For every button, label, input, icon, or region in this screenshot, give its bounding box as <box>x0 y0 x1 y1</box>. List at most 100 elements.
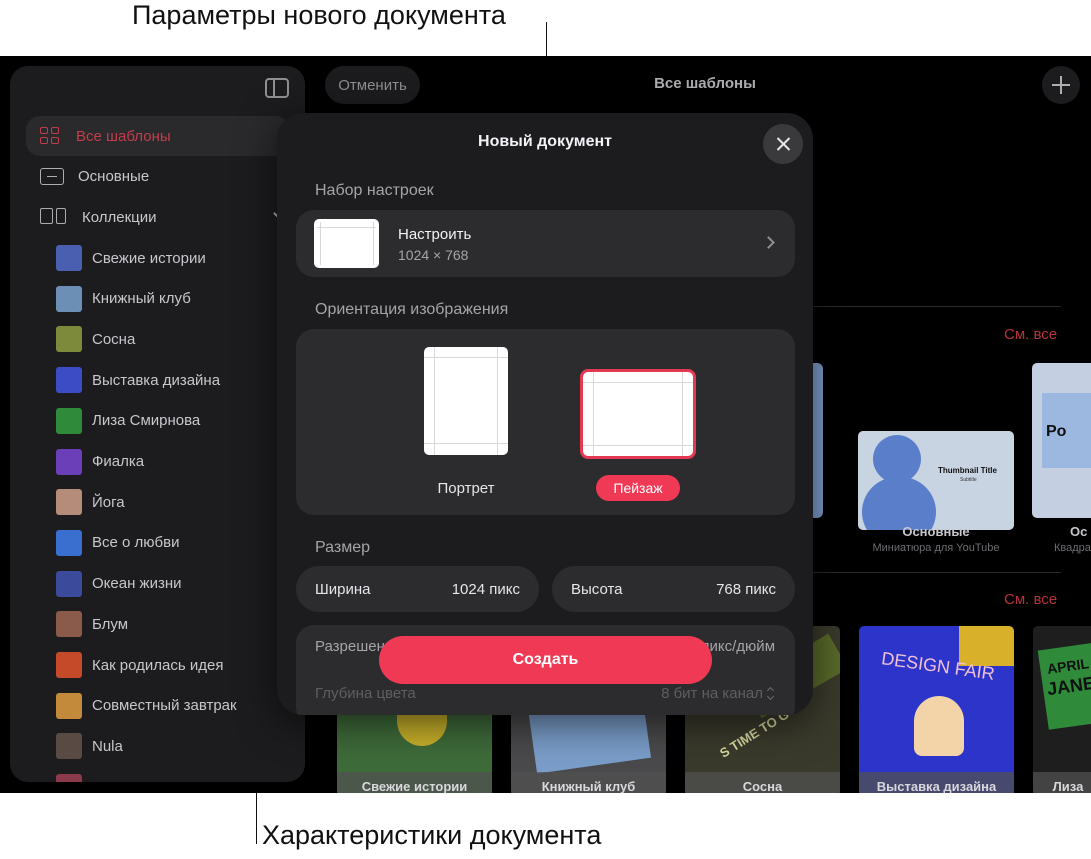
preset-thumbnail <box>314 219 379 268</box>
collection-thumbnail <box>56 326 82 353</box>
see-all-link[interactable]: См. все <box>1004 326 1057 343</box>
chevron-right-icon <box>762 236 775 249</box>
card-label: Выставка дизайна <box>876 779 997 793</box>
collection-label: Блум <box>92 615 129 633</box>
divider <box>813 306 1061 307</box>
sidebar-item-all-templates[interactable]: Все шаблоны <box>26 116 290 156</box>
card-title: Основные <box>902 524 970 539</box>
resolution-value: пикс/дюйм <box>701 638 775 655</box>
card-label: Сосна <box>742 779 783 793</box>
divider <box>813 572 1061 573</box>
sidebar-item-label: Все шаблоны <box>76 127 171 145</box>
create-button[interactable]: Создать <box>379 636 712 684</box>
height-label: Высота <box>571 580 623 598</box>
basic-template-icon <box>40 167 64 185</box>
collection-thumbnail <box>56 570 82 597</box>
collection-label: Йога <box>92 493 125 511</box>
orientation-portrait-label[interactable]: Портрет <box>424 480 508 497</box>
collection-label: Как родилась идея <box>92 656 224 674</box>
page-title: Все шаблоны <box>654 75 756 92</box>
new-document-dialog: Новый документ Набор настроек Настроить … <box>277 113 813 715</box>
card-label: Лиза <box>1052 779 1084 793</box>
collection-label: Нежное время <box>92 779 193 782</box>
sidebar-collection-item[interactable]: Совместный завтрак <box>56 691 237 721</box>
template-card-partial[interactable] <box>813 363 823 518</box>
color-depth-label: Глубина цвета <box>315 685 416 702</box>
sidebar-item-basic[interactable]: Основные <box>26 156 290 196</box>
callout-document-specs: Характеристики документа <box>262 820 602 850</box>
sidebar-collection-item[interactable]: Nula <box>56 731 123 761</box>
close-button[interactable] <box>763 124 803 164</box>
template-card-square[interactable]: Po <box>1032 363 1091 518</box>
sidebar-item-collections[interactable]: Коллекции <box>26 197 290 237</box>
collection-thumbnail <box>56 448 82 475</box>
sidebar-item-label: Основные <box>78 167 150 185</box>
collection-label: Все о любви <box>92 534 180 552</box>
orientation-picker: Портрет Пейзаж <box>296 329 795 515</box>
orientation-landscape-selected-badge[interactable]: Пейзаж <box>596 475 680 501</box>
preset-name: Настроить <box>398 226 472 243</box>
preset-size: 1024 × 768 <box>398 247 469 263</box>
sidebar-toggle-icon[interactable] <box>265 78 289 98</box>
size-section-label: Размер <box>315 539 370 556</box>
sidebar-collection-item[interactable]: Книжный клуб <box>56 284 191 314</box>
collection-thumbnail <box>56 733 82 760</box>
orientation-section-label: Ориентация изображения <box>315 301 509 318</box>
height-value: 768 пикс <box>716 580 776 598</box>
color-depth-row[interactable]: Глубина цвета 8 бит на канал <box>315 685 775 702</box>
see-all-link[interactable]: См. все <box>1004 591 1057 608</box>
collection-thumbnail <box>56 245 82 271</box>
collection-label: Книжный клуб <box>92 290 191 308</box>
sidebar-collection-item[interactable]: Йога <box>56 487 125 517</box>
preset-row[interactable]: Настроить 1024 × 768 <box>296 210 795 277</box>
collection-thumbnail <box>56 489 82 516</box>
add-icon[interactable] <box>1042 66 1080 104</box>
width-label: Ширина <box>315 580 371 598</box>
width-value: 1024 пикс <box>451 580 520 598</box>
card-text: Po <box>1046 423 1067 440</box>
sidebar-collection-item[interactable]: Лиза Смирнова <box>56 406 200 436</box>
thumbnail-subtitle: Subtitle <box>960 477 977 483</box>
template-card-youtube-thumbnail[interactable]: Thumbnail Title Subtitle <box>858 431 1014 530</box>
collection-label: Сосна <box>92 330 136 348</box>
thumbnail-title: Thumbnail Title <box>938 466 997 475</box>
template-card-design-exhibition[interactable]: DESIGN FAIR <box>859 626 1014 793</box>
orientation-portrait-option[interactable] <box>424 347 508 455</box>
orientation-landscape-option[interactable] <box>580 369 696 459</box>
collection-thumbnail <box>56 611 82 638</box>
avatar-body-shape <box>862 477 936 530</box>
collection-label: Океан жизни <box>92 575 182 593</box>
sidebar-collection-item[interactable]: Блум <box>56 609 128 639</box>
sidebar-collection-item[interactable]: Сосна <box>56 324 135 354</box>
collections-icon <box>40 208 68 226</box>
sidebar-collection-item[interactable]: Все о любви <box>56 528 179 558</box>
sidebar-collection-item[interactable]: Выставка дизайна <box>56 365 220 395</box>
collection-thumbnail <box>56 692 82 719</box>
sidebar-collection-item[interactable]: Свежие истории <box>56 243 206 273</box>
chevron-up-down-icon <box>767 688 775 700</box>
card-title: Ос <box>1070 524 1088 539</box>
collection-thumbnail <box>56 367 82 394</box>
resolution-label: Разрешен <box>315 638 385 655</box>
avatar-shape <box>873 435 921 483</box>
card-subtitle: Квадра <box>1054 542 1091 554</box>
template-card-lisa[interactable]: APRIL JANE <box>1033 626 1091 793</box>
sidebar-collection-item[interactable]: Океан жизни <box>56 569 182 599</box>
collection-label: Лиза Смирнова <box>92 412 201 430</box>
dialog-title: Новый документ <box>478 133 612 150</box>
collection-thumbnail <box>56 529 82 556</box>
sidebar-collection-item[interactable]: Фиалка <box>56 447 144 477</box>
width-field[interactable]: Ширина 1024 пикс <box>296 566 539 612</box>
height-field[interactable]: Высота 768 пикс <box>552 566 795 612</box>
card-label: Свежие истории <box>361 779 468 793</box>
sidebar: Все шаблоны Основные Коллекции Свежие ис… <box>10 66 305 782</box>
sidebar-collection-item[interactable]: Нежное время <box>56 772 193 782</box>
color-depth-value: 8 бит на канал <box>661 685 763 702</box>
cancel-button[interactable]: Отменить <box>325 66 420 104</box>
collection-label: Nula <box>92 737 123 755</box>
card-label: Книжный клуб <box>541 779 636 793</box>
app-screen: Все шаблоны Основные Коллекции Свежие ис… <box>0 56 1091 793</box>
sidebar-collection-item[interactable]: Как родилась идея <box>56 650 223 680</box>
collection-thumbnail <box>56 774 82 782</box>
callout-new-document-settings: Параметры нового документа <box>132 0 506 30</box>
